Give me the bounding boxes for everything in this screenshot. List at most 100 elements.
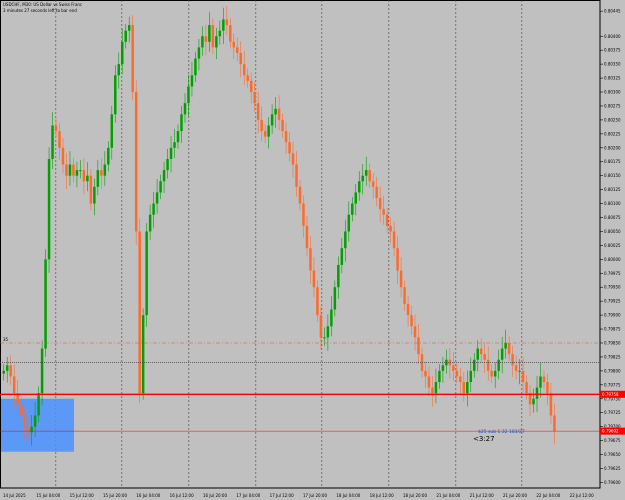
candle-body [459,376,462,383]
candle [392,221,396,257]
y-tick-label: 0.80350 [604,62,621,67]
candle-body [23,415,26,427]
candle-body [441,365,445,371]
candle [539,363,542,398]
candle-body [413,326,417,338]
candle [333,280,337,317]
candle-body [107,147,110,165]
candle [131,15,134,101]
candle [208,11,211,52]
candle [396,236,399,284]
candle [476,340,479,372]
candle-body [553,415,556,432]
candle-body [47,158,51,260]
candle [173,128,176,158]
candle-body [364,170,368,176]
candle [263,124,267,144]
candle [305,215,309,257]
candle-body [242,64,246,76]
candle-body [382,209,385,215]
y-tick-label: 0.80250 [604,117,621,122]
x-tick-label: 21 Jul 12:00 [470,493,494,498]
y-tick-label: 0.79900 [604,313,621,318]
candle [2,364,5,381]
candle [277,95,281,130]
candle [152,191,155,229]
candle-body [396,248,399,271]
candle-body [385,214,389,226]
candle [211,18,215,55]
candle [51,112,54,169]
candle [427,366,431,396]
y-tick-label: 0.80300 [604,90,621,95]
candle [68,151,72,186]
price-chart[interactable]: USDCHF, M30: US Dollar vs Swiss Franc 3 … [0,0,625,500]
y-tick-label: 0.79650 [604,452,621,457]
candle-body [215,36,218,48]
candle [302,195,305,238]
candle-body [51,125,54,159]
x-tick-label: 21 Jul 04:00 [436,493,460,498]
candle [176,124,180,149]
candle-body [256,103,260,120]
y-tick-label: 0.80125 [604,187,621,192]
candle [511,345,514,378]
candle-body [378,197,382,210]
candle [232,33,236,60]
x-tick-label: 15 Jul 12:00 [70,493,94,498]
candle-body [326,326,330,338]
candle [375,176,378,207]
candle-body [89,175,93,204]
candle [242,50,246,86]
candle-body [284,131,288,143]
candle [364,156,368,186]
y-tick-label: 0.80075 [604,215,621,220]
candle-body [511,354,514,366]
candle [127,16,131,43]
y-tick-label: 0.80225 [604,131,621,136]
candle-body [9,365,12,377]
candle [72,157,75,183]
candle [382,195,385,225]
y-tick-label: 0.80050 [604,229,621,234]
candle [114,65,117,123]
candle-body [134,92,138,232]
candle [246,68,249,88]
candle-body [410,315,413,327]
candle [309,236,312,284]
candle-body [476,348,479,360]
x-tick-label: 17 Jul 20:00 [303,493,327,498]
candle-body [173,142,176,148]
candle [274,97,277,128]
y-tick-label: 0.80375 [604,48,621,53]
candle [134,80,138,245]
candle-body [232,41,236,48]
plot-frame [0,0,601,489]
candle-body [549,393,553,416]
candle-body [539,376,542,388]
candle-body [424,370,427,377]
chart-canvas[interactable]: 0.80445 0.80400 0.80375 0.80350 0.80325 0.803… [0,0,625,500]
candle [466,370,469,407]
candle [86,162,89,192]
candle [58,122,61,160]
candle-body [371,181,375,187]
candle [44,249,47,357]
candle [138,218,141,404]
candle [344,219,347,262]
candle [9,355,12,385]
candle [473,353,476,378]
candle [260,106,263,142]
candle [385,208,389,233]
candle-body [462,382,466,394]
x-tick-label: 15 Jul 04:00 [36,493,60,498]
y-tick-label: 0.80445 [604,9,621,14]
candle [100,158,103,190]
candle-body [525,382,528,394]
candle [103,151,107,186]
candle-body [267,125,270,137]
candle-body [351,203,354,215]
candle-body [340,248,344,265]
candle-body [68,164,72,176]
candle [141,308,145,400]
